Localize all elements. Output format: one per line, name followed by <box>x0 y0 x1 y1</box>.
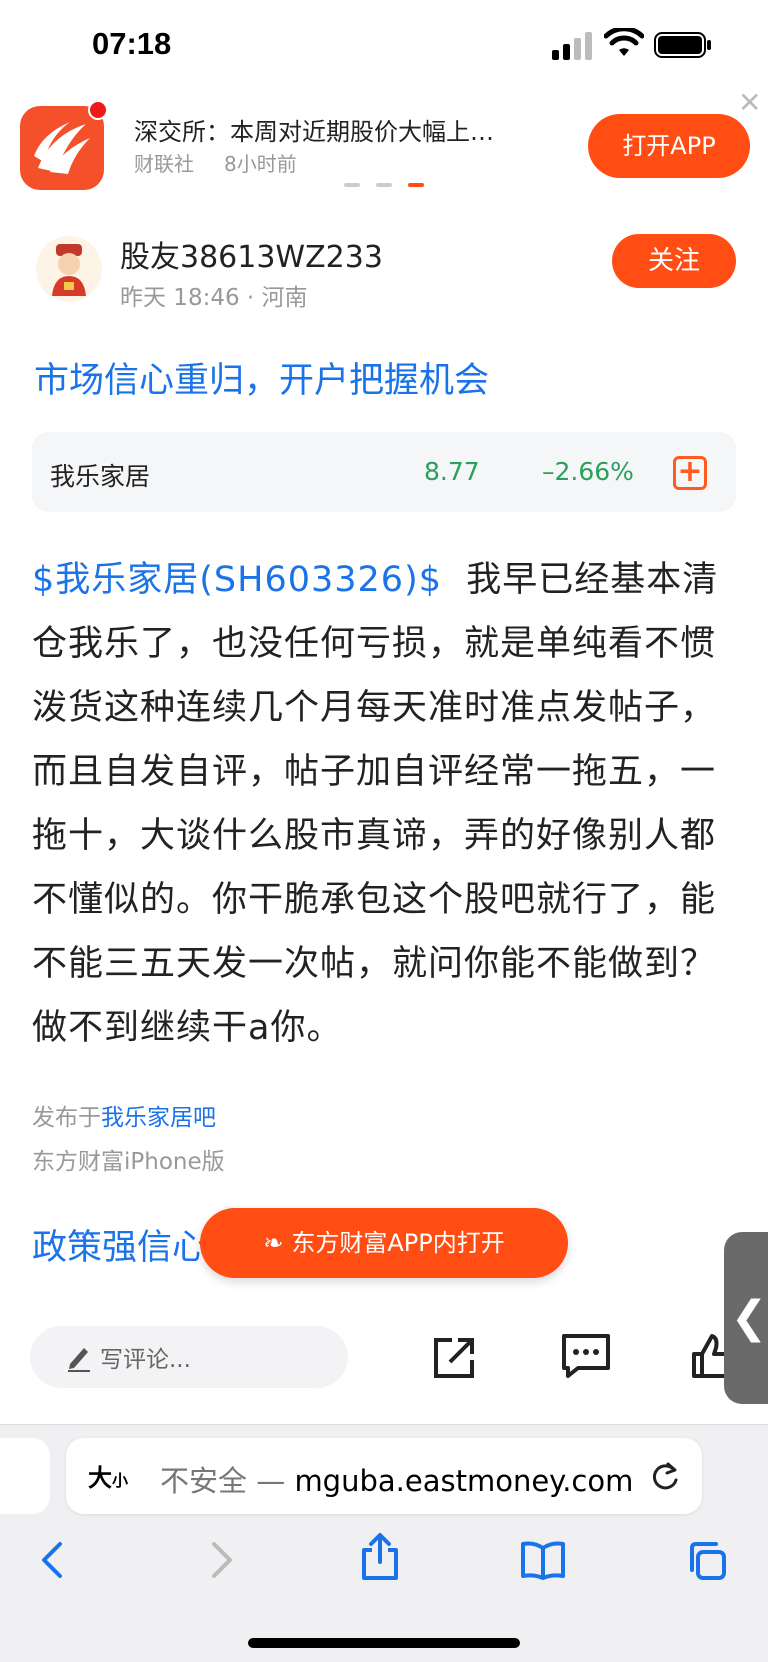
stock-bar-link[interactable]: 我乐家居吧 <box>101 1105 216 1131</box>
wifi-icon <box>604 28 644 56</box>
stock-name[interactable]: 我乐家居 <box>50 457 150 493</box>
back-icon[interactable] <box>34 1540 74 1580</box>
author-meta: 昨天 18:46 · 河南 <box>120 285 308 311</box>
god-of-wealth-avatar-icon <box>52 244 86 296</box>
app-logo-icon <box>34 122 90 174</box>
side-drawer-handle[interactable]: ❮ <box>724 1232 768 1404</box>
author-name[interactable]: 股友38613WZ233 <box>120 232 383 276</box>
eastmoney-app-logo[interactable] <box>20 100 108 190</box>
cellular-signal-icon <box>552 32 592 60</box>
app-leaf-icon: ❧ <box>263 1229 284 1257</box>
reload-icon[interactable] <box>650 1460 680 1492</box>
screen: { "status_bar": { "time": "07:18" }, "ba… <box>0 0 768 1662</box>
stock-price: 8.77 <box>424 457 480 486</box>
avatar[interactable] <box>36 236 102 302</box>
carousel-dot <box>376 183 392 187</box>
comment-icon[interactable] <box>560 1332 612 1380</box>
url-text: 不安全 — mguba.eastmoney.com <box>160 1458 633 1500</box>
news-time: 8小时前 <box>224 152 297 176</box>
post-body: $我乐家居(SH603326)$ 我早已经基本清仓我乐了，也没任何亏损，就是单纯… <box>32 548 742 1060</box>
bookmarks-icon[interactable] <box>520 1540 566 1580</box>
share-sheet-icon[interactable] <box>360 1532 400 1580</box>
text-size-large: 大 <box>88 1464 112 1492</box>
add-watchlist-icon[interactable]: + <box>673 456 707 490</box>
post-title: 市场信心重归，开户把握机会 <box>34 361 490 401</box>
carousel-dot <box>344 183 360 187</box>
insecure-label: 不安全 — <box>160 1464 286 1498</box>
post-device: 东方财富iPhone版 <box>32 1149 225 1175</box>
close-icon[interactable]: ✕ <box>738 86 761 119</box>
published-line: 发布于我乐家居吧 <box>32 1098 216 1132</box>
share-icon[interactable] <box>430 1334 478 1382</box>
text-size-small: 小 <box>112 1471 129 1490</box>
text-size-button[interactable]: 大小 <box>88 1458 128 1493</box>
stock-change: –2.66% <box>542 457 634 486</box>
forward-icon[interactable] <box>200 1540 240 1580</box>
stock-cashtag-link[interactable]: $我乐家居(SH603326)$ <box>32 560 442 600</box>
carousel-dot-active <box>408 183 424 187</box>
open-in-app-label: 东方财富APP内打开 <box>291 1229 505 1257</box>
tabs-icon[interactable] <box>686 1540 728 1582</box>
open-in-app-button[interactable]: ❧ 东方财富APP内打开 <box>200 1208 568 1278</box>
home-indicator <box>248 1638 520 1648</box>
url-domain: mguba.eastmoney.com <box>294 1464 634 1498</box>
pen-icon <box>68 1348 90 1372</box>
post-body-text: 我早已经基本清仓我乐了，也没任何亏损，就是单纯看不惯泼货这种连续几个月每天准时准… <box>32 560 719 1048</box>
status-time: 07:18 <box>92 26 172 61</box>
battery-icon <box>654 32 711 58</box>
previous-tab-preview[interactable] <box>0 1438 50 1514</box>
open-app-button[interactable]: 打开APP <box>588 114 750 178</box>
news-source: 财联社 <box>134 152 194 176</box>
news-headline[interactable]: 深交所：本周对近期股价大幅上… <box>134 112 534 147</box>
follow-button[interactable]: 关注 <box>612 234 736 288</box>
carousel-indicator <box>344 183 424 189</box>
published-prefix: 发布于 <box>32 1105 101 1131</box>
comment-placeholder: 写评论... <box>100 1347 191 1373</box>
notification-dot <box>88 100 108 120</box>
